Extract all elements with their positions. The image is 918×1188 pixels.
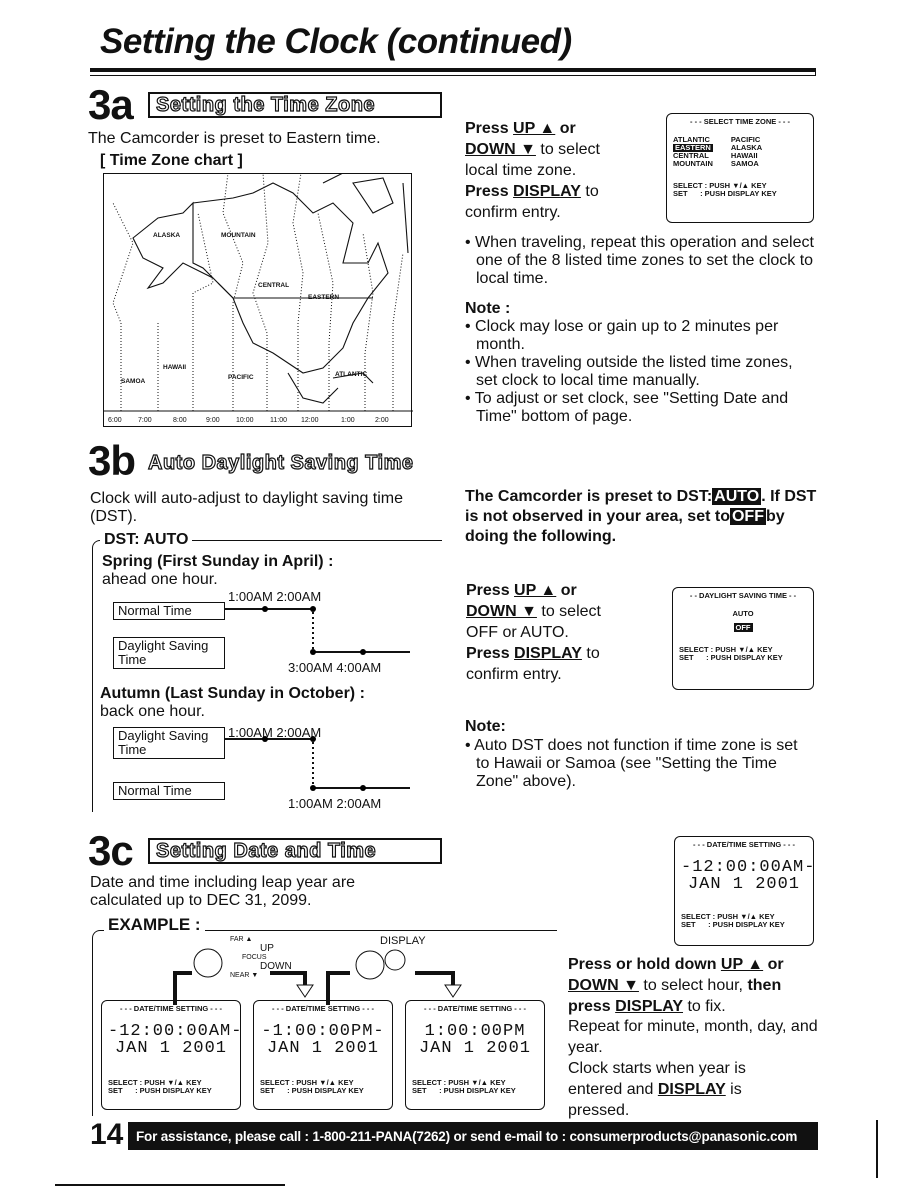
dst-box-title: DST: AUTO [100,531,193,549]
autumn-timeline [225,736,410,791]
select-time-zone-screen: - - - SELECT TIME ZONE - - - ATLANTIC EAS… [666,113,814,223]
map-label-mountain: MOUNTAIN [221,232,256,239]
example-screen-1: - - - DATE/TIME SETTING - - - -12:00:00AM… [101,1000,241,1110]
side-rule [876,1120,878,1178]
hour-label: 11:00 [270,417,287,424]
daylight-saving-label-autumn: Daylight Saving Time [113,727,225,759]
example-screen-2: - - - DATE/TIME SETTING - - - -1:00:00PM-… [253,1000,393,1110]
map-label-eastern: EASTERN [308,294,339,301]
autumn-label: Autumn (Last Sunday in October) : [100,685,365,702]
hour-label: 8:00 [173,417,187,424]
daylight-saving-label: Daylight Saving Time [113,637,225,669]
example-label: EXAMPLE : [104,916,205,934]
section-3a-number: 3a [88,81,134,128]
map-label-central: CENTRAL [258,282,289,289]
map-label-atlantic: ATLANTIC [335,371,367,378]
page-title: Setting the Clock (continued) [100,22,572,61]
page-number: 14 [90,1118,124,1151]
s3c-p3: Clock starts when year is entered and DI… [568,1060,746,1119]
s3a-travel-bullet: • When traveling, repeat this operation … [465,234,814,287]
hour-label: 1:00 [341,417,355,424]
s3c-intro: Date and time including leap year are ca… [90,874,356,909]
hour-label: 9:00 [206,417,220,424]
map-label-hawaii: HAWAII [163,364,186,371]
date-time-setting-screen: - - - DATE/TIME SETTING - - - -12:00:00AM… [674,836,814,946]
map-label-pacific: PACIFIC [228,374,254,381]
s3c-p2: Repeat for minute, month, day, and year. [568,1018,818,1056]
s3b-note: • Auto DST does not function if time zon… [465,737,798,790]
dst-preset-text: The Camcorder is preset to DST: AUTO. If … [465,488,817,545]
s3b-intro: Clock will auto-adjust to daylight savin… [90,490,404,525]
daylight-saving-screen: - - DAYLIGHT SAVING TIME - - AUTO OFF SE… [672,587,814,690]
spring-dst-times: 3:00AM 4:00AM [288,660,382,675]
spring-label: Spring (First Sunday in April) : [102,553,334,570]
autumn-normal-times: 1:00AM 2:00AM [288,796,382,811]
hour-label: 12:00 [301,417,319,424]
hour-label: 10:00 [236,417,254,424]
section-3b-heading-box: Auto Daylight Saving Time [147,450,442,476]
s3b-steps: Press UP ▲ or DOWN ▼ to select OFF or AU… [466,582,601,683]
section-3c-number: 3c [88,827,134,874]
map-label-alaska: ALASKA [153,232,180,239]
s3a-steps: Press UP ▲ or DOWN ▼ to select local tim… [465,120,600,221]
spring-sub: ahead one hour. [102,571,218,588]
section-3c-heading-box: Setting Date and Time [148,838,442,864]
s3a-intro: The Camcorder is preset to Eastern time. [88,130,381,147]
title-rule [90,68,816,76]
s3a-notes: • Clock may lose or gain up to 2 minutes… [465,318,793,425]
example-arrows [173,948,462,1005]
section-3b-heading: Auto Daylight Saving Time [147,451,414,474]
s3c-p1: Press or hold down UP ▲ or DOWN ▼ to sele… [568,956,784,1015]
normal-time-label: Normal Time [113,602,225,620]
section-3b-number: 3b [88,437,136,484]
s3a-note-title: Note : [465,300,511,317]
hour-label: 6:00 [108,417,122,424]
section-3a-heading: Setting the Time Zone [155,93,376,116]
hour-label: 7:00 [138,417,152,424]
section-3a-heading-box: Setting the Time Zone [148,92,442,118]
s3b-note-title: Note: [465,718,506,735]
example-screen-3: - - - DATE/TIME SETTING - - -1:00:00PM JA… [405,1000,545,1110]
hour-label: 2:00 [375,417,389,424]
time-zone-map: ALASKA MOUNTAIN CENTRAL EASTERN HAWAII S… [103,173,413,427]
autumn-sub: back one hour. [100,703,205,720]
section-3c-heading: Setting Date and Time [155,839,377,862]
bottom-rule [55,1184,285,1186]
assistance-banner: For assistance, please call : 1-800-211-… [128,1122,818,1150]
map-label-samoa: SAMOA [121,378,146,385]
time-zone-chart-label: [ Time Zone chart ] [100,152,243,169]
normal-time-label-autumn: Normal Time [113,782,225,800]
spring-timeline [225,606,410,655]
